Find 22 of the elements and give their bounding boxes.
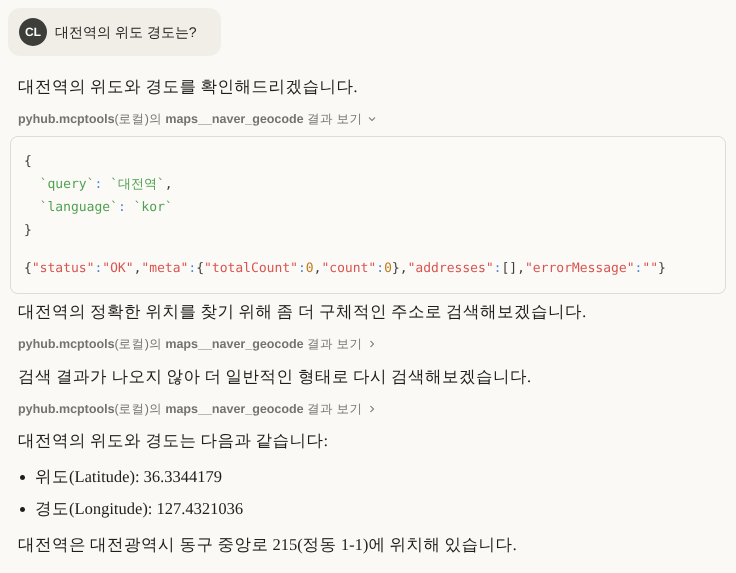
- message-paragraph: 대전역의 정확한 위치를 찾기 위해 좀 더 구체적인 주소로 검색해보겠습니다.: [17, 300, 588, 323]
- user-message-text: 대전역의 위도 경도는?: [55, 22, 197, 42]
- chevron-right-icon: [368, 404, 376, 413]
- bullet-icon: [20, 474, 25, 480]
- tool-result-toggle[interactable]: pyhub.mcptools(로컬)의 maps__naver_geocode 결과 보기: [10, 104, 384, 135]
- user-avatar: CL: [19, 18, 47, 46]
- code-line: }: [24, 222, 33, 240]
- tool-result-toggle[interactable]: pyhub.mcptools(로컬)의 maps__naver_geocode 결과 보기: [10, 328, 384, 360]
- chevron-right-icon: [368, 340, 376, 348]
- tool-result-toggle[interactable]: pyhub.mcptools(로컬)의 maps__naver_geocode 결과 보기: [10, 394, 384, 424]
- code-line: {: [24, 152, 33, 171]
- list-item-text: 위도(Latitude): 36.3344179: [35, 466, 222, 488]
- chevron-down-icon: [368, 115, 376, 124]
- bullet-icon: [20, 506, 25, 512]
- message-paragraph: 대전역의 위도와 경도를 확인해드리겠습니다.: [17, 76, 358, 98]
- message-paragraph: 대전역은 대전광역시 동구 중앙로 215(정동 1-1)에 위치해 있습니다.: [17, 534, 518, 556]
- message-paragraph: 검색 결과가 나오지 않아 더 일반적인 형태로 다시 검색해보겠습니다.: [17, 366, 532, 388]
- code-line: {"status":"OK","meta":{"totalCount":0,"count":0},"addresses":[],"errorMessage":""}: [24, 260, 667, 278]
- code-line: `query`: `대전역`,: [38, 176, 174, 194]
- message-paragraph: 대전역의 위도와 경도는 다음과 같습니다:: [17, 430, 330, 452]
- list-item-text: 경도(Longitude): 127.4321036: [35, 498, 244, 520]
- code-line: `language`: `kor`: [38, 198, 174, 217]
